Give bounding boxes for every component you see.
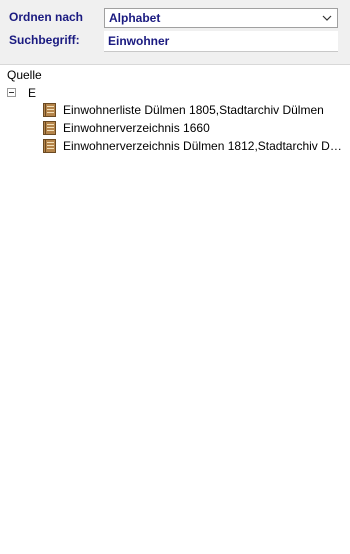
source-browser-panel: Ordnen nach Alphabet Suchbegriff: Quelle… bbox=[0, 0, 350, 554]
sort-label: Ordnen nach bbox=[9, 10, 84, 24]
sort-dropdown-value: Alphabet bbox=[109, 11, 161, 25]
search-label: Suchbegriff: bbox=[9, 33, 80, 47]
source-tree[interactable]: Quelle E Einwohnerliste Dülmen 1805,Stad… bbox=[0, 64, 350, 554]
collapse-icon[interactable] bbox=[7, 88, 16, 97]
tree-item-label: Einwohnerliste Dülmen 1805,Stadtarchiv D… bbox=[63, 103, 324, 117]
tree-item[interactable]: Einwohnerverzeichnis Dülmen 1812,Stadtar… bbox=[0, 138, 350, 155]
tree-item-label: Einwohnerverzeichnis 1660 bbox=[63, 121, 210, 135]
tree-item[interactable]: Einwohnerverzeichnis 1660 bbox=[0, 120, 350, 137]
tree-group-label: E bbox=[28, 86, 37, 100]
tree-group-e[interactable]: E bbox=[0, 84, 350, 102]
tree-item[interactable]: Einwohnerliste Dülmen 1805,Stadtarchiv D… bbox=[0, 102, 350, 119]
chevron-down-icon bbox=[322, 15, 332, 21]
filter-area: Ordnen nach Alphabet Suchbegriff: bbox=[0, 0, 350, 64]
book-icon bbox=[43, 103, 56, 117]
book-icon bbox=[43, 139, 56, 153]
book-icon bbox=[43, 121, 56, 135]
tree-item-label: Einwohnerverzeichnis Dülmen 1812,Stadtar… bbox=[63, 139, 346, 153]
search-input[interactable] bbox=[104, 31, 338, 52]
sort-dropdown[interactable]: Alphabet bbox=[104, 8, 338, 28]
tree-header: Quelle bbox=[7, 68, 42, 82]
